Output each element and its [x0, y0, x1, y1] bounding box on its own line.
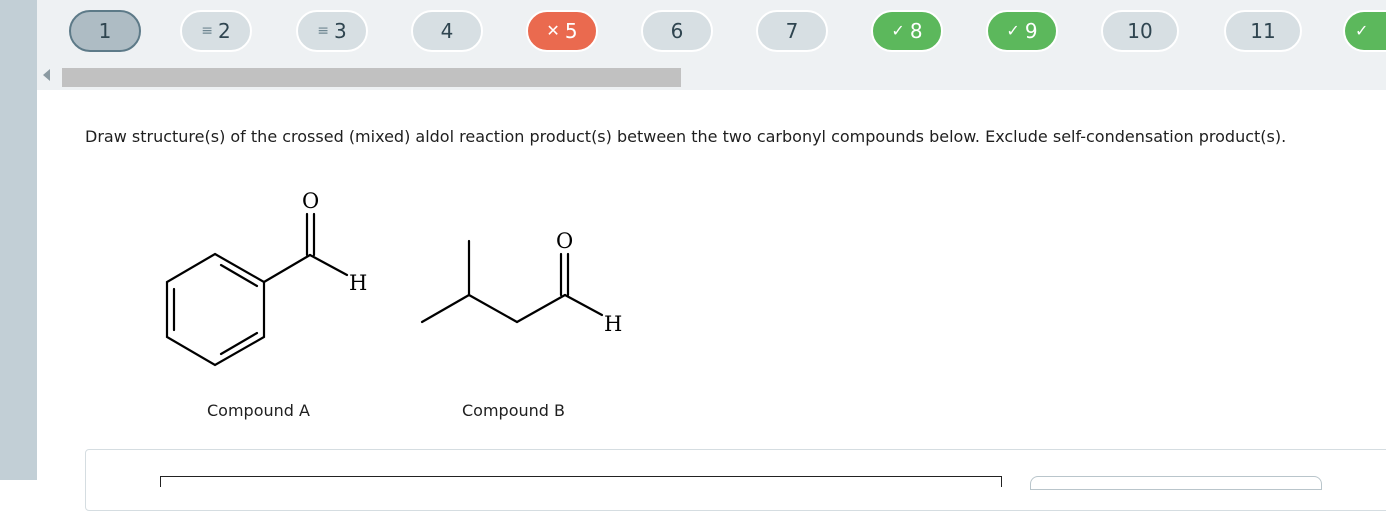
- oxygen-label: O: [302, 189, 319, 213]
- question-pill-2[interactable]: ≡ 2: [180, 10, 252, 52]
- question-pill-4[interactable]: 4: [411, 10, 483, 52]
- compound-b-structure: [420, 239, 604, 324]
- question-pill-6[interactable]: 6: [641, 10, 713, 52]
- scroll-left-arrow-icon[interactable]: [43, 69, 50, 81]
- question-number: 2: [218, 19, 231, 43]
- question-number: 9: [1024, 19, 1038, 43]
- chemical-structures: O H O H: [165, 189, 622, 367]
- question-number: 7: [785, 19, 799, 43]
- check-icon: ✓: [1355, 21, 1369, 40]
- question-pill-1[interactable]: 1: [69, 10, 141, 52]
- question-number: 6: [670, 19, 684, 43]
- compound-a-caption: Compound A: [207, 401, 310, 420]
- check-icon: ✓: [891, 21, 905, 40]
- question-number: 1: [98, 19, 112, 43]
- compound-a-structure: [165, 212, 349, 367]
- left-rail: [0, 0, 37, 480]
- question-number: 5: [564, 19, 578, 43]
- question-pill-10[interactable]: 10: [1101, 10, 1179, 52]
- drawing-canvas[interactable]: [160, 476, 1002, 487]
- question-number: 10: [1127, 19, 1153, 43]
- question-prompt: Draw structure(s) of the crossed (mixed)…: [85, 127, 1287, 146]
- question-pill-8[interactable]: ✓ 8: [871, 10, 943, 52]
- attempted-lines-icon: ≡: [201, 23, 213, 39]
- horizontal-scrollbar-thumb[interactable]: [62, 68, 681, 87]
- question-pill-11[interactable]: 11: [1224, 10, 1302, 52]
- oxygen-label: O: [556, 229, 573, 253]
- question-number: 8: [909, 19, 923, 43]
- hydrogen-label: H: [604, 312, 622, 336]
- question-pill-5[interactable]: ✕ 5: [526, 10, 598, 52]
- question-pill-7[interactable]: 7: [756, 10, 828, 52]
- cross-icon: ✕: [546, 21, 560, 40]
- check-icon: ✓: [1006, 21, 1020, 40]
- question-pill-3[interactable]: ≡ 3: [296, 10, 368, 52]
- question-number: 3: [334, 19, 347, 43]
- attempted-lines-icon: ≡: [317, 23, 329, 39]
- hydrogen-label: H: [349, 271, 367, 295]
- question-pill-12[interactable]: ✓: [1343, 10, 1386, 52]
- compound-b-caption: Compound B: [462, 401, 565, 420]
- question-number: 11: [1250, 19, 1276, 43]
- side-panel: [1030, 476, 1322, 490]
- question-number: 4: [440, 19, 454, 43]
- question-pill-9[interactable]: ✓ 9: [986, 10, 1058, 52]
